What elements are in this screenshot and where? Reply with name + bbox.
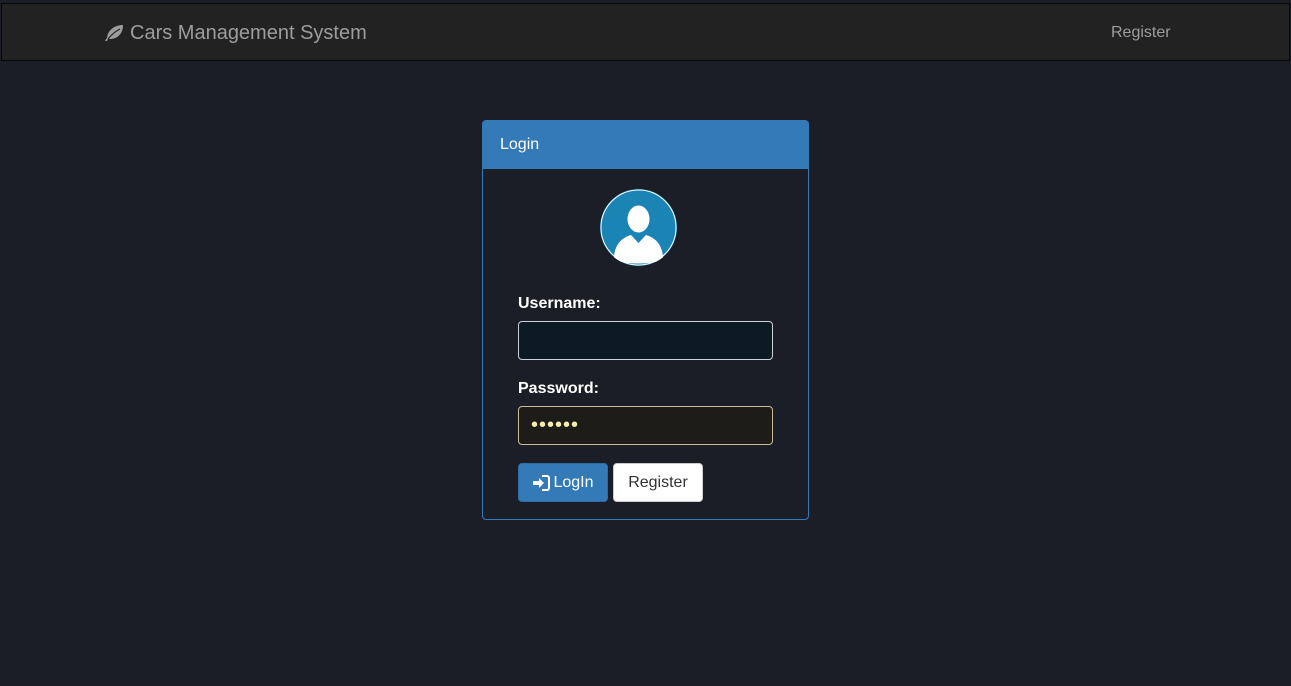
leaf-icon [103,22,125,44]
password-label: Password: [518,380,599,397]
username-label: Username: [518,295,601,312]
login-panel: Login Username: Password: LogIn Register [482,120,809,520]
sign-in-icon [532,474,551,491]
register-button-label: Register [628,473,688,491]
user-avatar-icon [600,189,677,266]
brand-link[interactable]: Cars Management System [103,4,367,62]
username-input[interactable] [518,321,773,360]
register-button[interactable]: Register [613,463,703,502]
panel-title: Login [500,136,540,153]
brand-title: Cars Management System [130,21,367,44]
panel-heading: Login [483,121,808,169]
login-button-label: LogIn [553,473,594,491]
password-input[interactable] [518,406,773,445]
nav-register-link[interactable]: Register [1111,4,1171,62]
top-navbar: Cars Management System Register [1,3,1290,61]
login-button[interactable]: LogIn [518,463,608,502]
